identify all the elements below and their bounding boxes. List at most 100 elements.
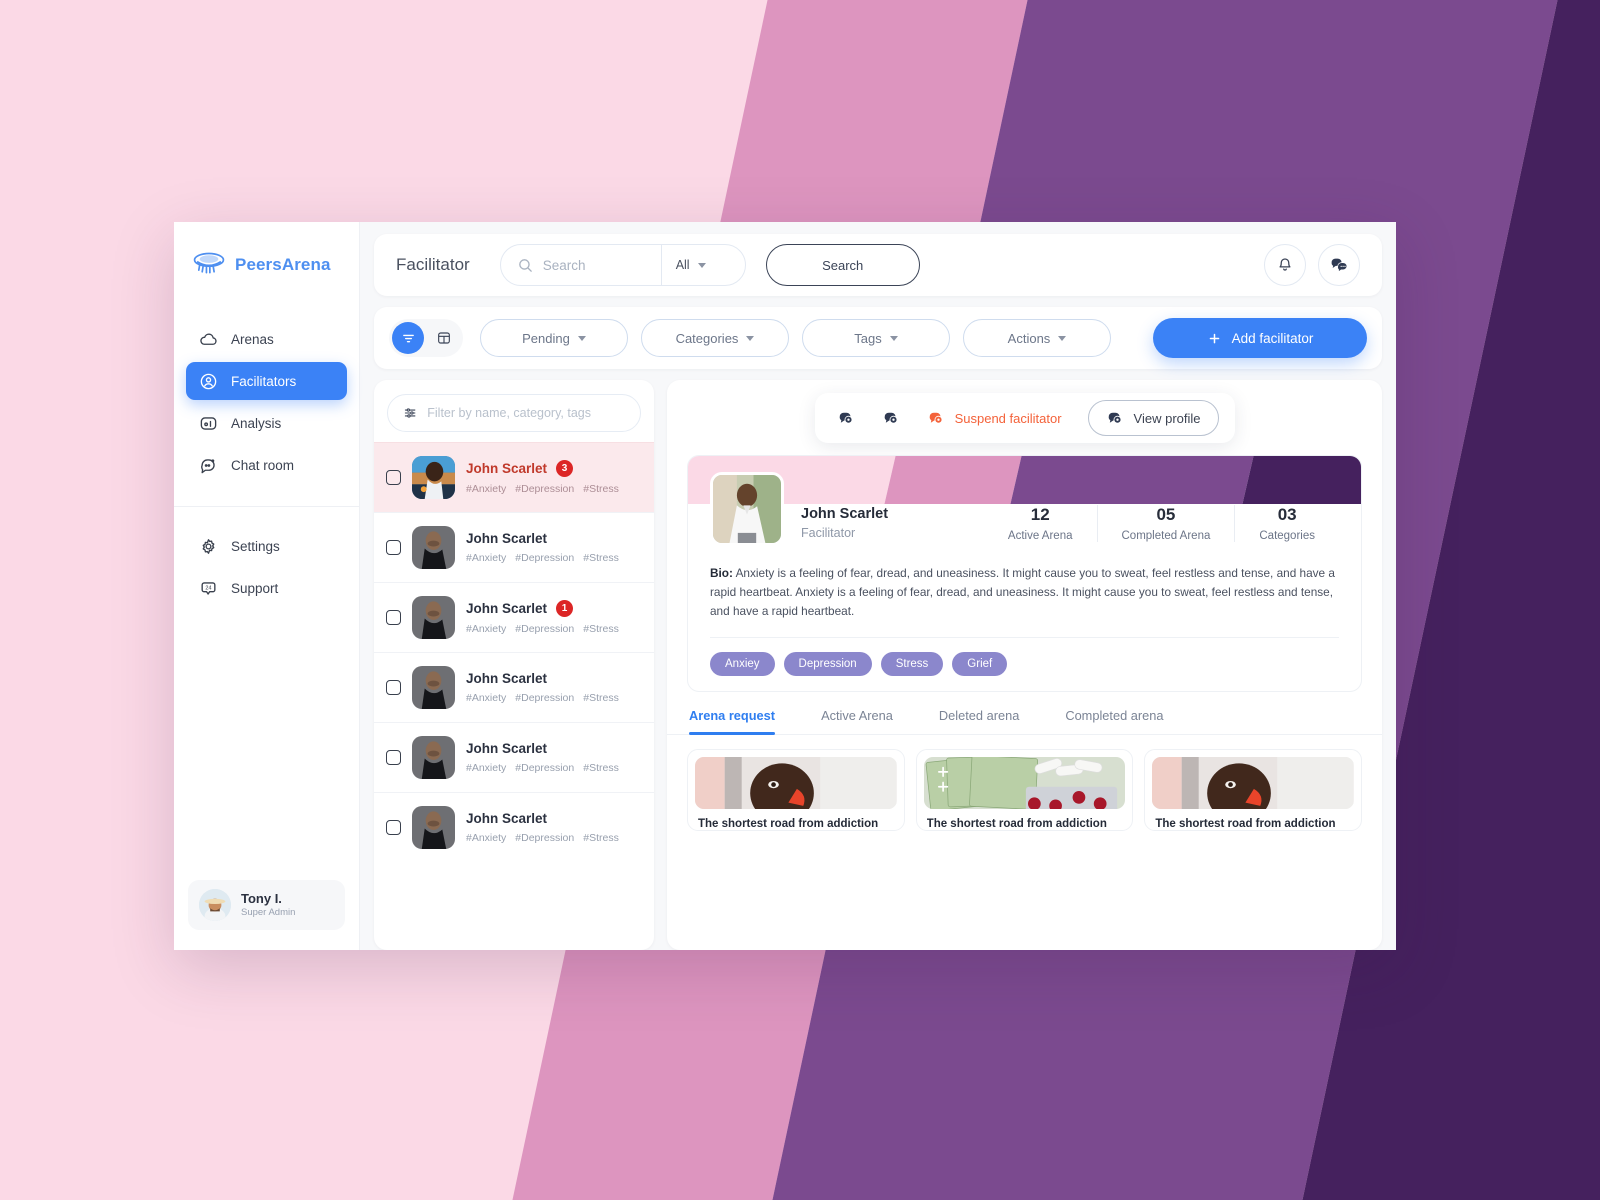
search-button[interactable]: Search xyxy=(765,244,920,286)
filter-pill-actions[interactable]: Actions xyxy=(963,319,1111,357)
row-tags: #Anxiety #Depression #Stress xyxy=(466,692,619,704)
avatar-photo xyxy=(412,806,455,849)
row-checkbox[interactable] xyxy=(386,610,401,625)
facilitator-name: John Scarlet xyxy=(466,601,548,616)
action-bar: Suspend facilitator View profile xyxy=(814,393,1235,443)
list-filter-input[interactable] xyxy=(427,406,625,420)
filter-pill-label: Pending xyxy=(522,330,570,346)
sidebar-item-support[interactable]: 24 Support xyxy=(186,569,347,607)
table-row[interactable]: John Scarlet #Anxiety #Depression #Stres… xyxy=(374,722,654,792)
filter-pill-categories[interactable]: Categories xyxy=(641,319,789,357)
sidebar-item-label: Facilitators xyxy=(231,373,297,389)
tab-completed-arena[interactable]: Completed arena xyxy=(1065,708,1189,734)
row-name-line: John Scarlet 1 xyxy=(466,600,619,617)
avatar-photo xyxy=(412,596,455,639)
brand[interactable]: PeersArena xyxy=(174,250,359,280)
profile-tag[interactable]: Depression xyxy=(783,652,872,677)
table-row[interactable]: John Scarlet #Anxiety #Depression #Stres… xyxy=(374,792,654,862)
view-profile-button[interactable]: View profile xyxy=(1087,400,1219,436)
action-bar-wrap: Suspend facilitator View profile xyxy=(667,380,1382,449)
arena-card-image xyxy=(1152,757,1354,810)
chat-bubble-icon xyxy=(1108,412,1121,424)
row-tag: #Stress xyxy=(583,552,619,564)
profile-tags: Anxiey Depression Stress Grief xyxy=(710,637,1339,691)
notifications-button[interactable] xyxy=(1264,244,1306,286)
suspend-facilitator-label: Suspend facilitator xyxy=(954,410,1062,426)
profile-tag[interactable]: Grief xyxy=(952,652,1008,677)
detail-tabs: Arena request Active Arena Deleted arena… xyxy=(667,708,1382,736)
add-facilitator-button[interactable]: Add facilitator xyxy=(1153,318,1367,358)
row-tags: #Anxiety #Depression #Stress xyxy=(466,762,619,774)
gear-icon xyxy=(202,538,215,554)
bio-text: Anxiety is a feeling of fear, dread, and… xyxy=(710,566,1335,619)
arena-photo xyxy=(923,757,1126,810)
avatar-photo xyxy=(713,475,781,543)
avatar-photo xyxy=(412,736,455,779)
stat-value: 05 xyxy=(1156,505,1176,524)
tab-active-arena[interactable]: Active Arena xyxy=(821,708,919,734)
view-toggle xyxy=(389,319,463,357)
row-checkbox[interactable] xyxy=(386,820,401,835)
sidebar-item-analysis[interactable]: Analysis xyxy=(186,404,347,442)
row-meta: John Scarlet #Anxiety #Depression #Stres… xyxy=(466,811,619,844)
profile-tag[interactable]: Anxiey xyxy=(710,652,775,677)
row-checkbox[interactable] xyxy=(386,680,401,695)
arena-photo xyxy=(695,757,897,810)
filter-view-button[interactable] xyxy=(392,322,424,354)
row-checkbox[interactable] xyxy=(386,540,401,555)
profile-tag[interactable]: Stress xyxy=(880,652,944,677)
list-item[interactable]: The shortest road from addiction xyxy=(1144,749,1363,832)
search-group: All xyxy=(499,244,746,286)
arena-photo xyxy=(1152,757,1354,810)
profile-card: John Scarlet Facilitator 12 Active Arena… xyxy=(687,455,1362,693)
row-name-line: John Scarlet xyxy=(466,671,619,686)
call-action-button[interactable] xyxy=(882,409,901,428)
row-tag: #Anxiety xyxy=(466,762,507,774)
sidebar-user-card[interactable]: Tony I. Super Admin xyxy=(188,880,345,930)
search-scope-label: All xyxy=(675,258,690,272)
avatar-photo xyxy=(412,456,455,499)
list-item[interactable]: The shortest road from addiction xyxy=(915,749,1134,832)
row-tag: #Depression xyxy=(515,623,575,635)
sidebar-item-settings[interactable]: Settings xyxy=(186,527,347,565)
list-filter-field xyxy=(387,394,641,432)
row-tags: #Anxiety #Depression #Stress xyxy=(466,623,619,635)
message-action-button[interactable] xyxy=(837,409,856,428)
tab-arena-request[interactable]: Arena request xyxy=(689,708,801,736)
search-scope-dropdown[interactable]: All xyxy=(662,245,720,285)
table-row[interactable]: John Scarlet #Anxiety #Depression #Stres… xyxy=(374,512,654,582)
filter-pill-label: Tags xyxy=(854,330,882,346)
row-tags: #Anxiety #Depression #Stress xyxy=(466,552,619,564)
avatar xyxy=(710,472,784,546)
sidebar-item-arenas[interactable]: Arenas xyxy=(186,320,347,358)
search-input[interactable] xyxy=(542,257,661,273)
row-checkbox[interactable] xyxy=(386,750,401,765)
profile-name-block: John Scarlet Facilitator xyxy=(801,506,888,546)
avatar xyxy=(412,806,455,849)
grid-view-button[interactable] xyxy=(428,322,460,354)
main-area: Facilitator All Search xyxy=(360,222,1396,950)
sidebar-item-facilitators[interactable]: Facilitators xyxy=(186,362,347,400)
content-area: John Scarlet 3 #Anxiety #Depression #Str… xyxy=(374,380,1382,950)
tab-deleted-arena[interactable]: Deleted arena xyxy=(939,708,1045,734)
row-tag: #Depression xyxy=(515,692,575,704)
stat-active-arena: 12 Active Arena xyxy=(984,505,1097,542)
row-tag: #Stress xyxy=(583,832,619,844)
row-tag: #Anxiety xyxy=(466,623,507,635)
filter-pill-tags[interactable]: Tags xyxy=(802,319,950,357)
table-row[interactable]: John Scarlet #Anxiety #Depression #Stres… xyxy=(374,652,654,722)
sidebar-item-chat-room[interactable]: Chat room xyxy=(186,446,347,484)
table-row[interactable]: John Scarlet 1 #Anxiety #Depression #Str… xyxy=(374,582,654,652)
facilitator-list: John Scarlet 3 #Anxiety #Depression #Str… xyxy=(374,442,654,950)
messages-button[interactable] xyxy=(1318,244,1360,286)
table-row[interactable]: John Scarlet 3 #Anxiety #Depression #Str… xyxy=(374,442,654,512)
profile-stats: 12 Active Arena 05 Completed Arena 03 Ca… xyxy=(984,505,1339,546)
page-title: Facilitator xyxy=(396,255,470,274)
list-item[interactable]: The shortest road from addiction xyxy=(687,749,905,832)
profile-role: Facilitator xyxy=(801,526,856,540)
chevron-down-icon xyxy=(577,335,586,341)
row-checkbox[interactable] xyxy=(386,470,401,485)
user-circle-icon xyxy=(200,373,217,389)
suspend-facilitator-button[interactable]: Suspend facilitator xyxy=(927,409,1062,428)
filter-pill-pending[interactable]: Pending xyxy=(480,319,628,357)
